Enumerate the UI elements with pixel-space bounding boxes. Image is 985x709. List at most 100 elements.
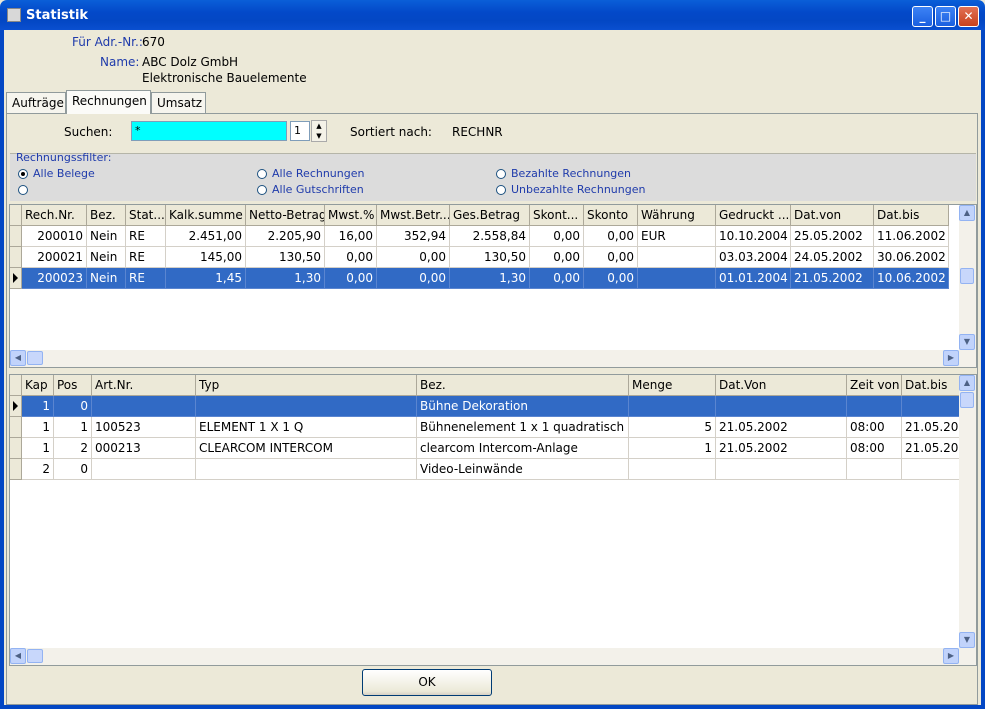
table-cell[interactable]: 200021 bbox=[22, 247, 87, 268]
column-header[interactable]: Dat.Von bbox=[716, 375, 847, 396]
scroll-down-button[interactable]: ▼ bbox=[959, 334, 975, 350]
table-cell[interactable] bbox=[847, 396, 902, 417]
column-header[interactable]: Kalk.summe bbox=[166, 205, 246, 226]
table-cell[interactable]: 0,00 bbox=[584, 226, 638, 247]
tab-umsatz[interactable]: Umsatz bbox=[151, 92, 206, 113]
table-cell[interactable]: 11.06.2002 bbox=[874, 226, 949, 247]
table-cell[interactable]: 08:00 bbox=[847, 417, 902, 438]
radio-empty[interactable] bbox=[18, 185, 28, 195]
column-header[interactable]: Art.Nr. bbox=[92, 375, 196, 396]
table-cell[interactable]: 24.05.2002 bbox=[791, 247, 874, 268]
table-cell[interactable]: 0,00 bbox=[377, 247, 450, 268]
table-cell[interactable]: 21.05.2002 bbox=[716, 417, 847, 438]
table-cell[interactable]: 25.05.2002 bbox=[791, 226, 874, 247]
column-header[interactable]: Bez. bbox=[87, 205, 126, 226]
table-cell[interactable]: Bühne Dekoration bbox=[417, 396, 629, 417]
table-cell[interactable]: 1,45 bbox=[166, 268, 246, 289]
table-cell[interactable]: 10.06.2002 bbox=[874, 268, 949, 289]
column-header[interactable]: Menge bbox=[629, 375, 716, 396]
table-cell[interactable]: EUR bbox=[638, 226, 716, 247]
column-header[interactable]: Kap bbox=[22, 375, 54, 396]
table-cell[interactable] bbox=[902, 396, 962, 417]
table-cell[interactable]: clearcom Intercom-Anlage bbox=[417, 438, 629, 459]
table-cell[interactable]: 1 bbox=[22, 417, 54, 438]
radio-alle-rechnungen[interactable] bbox=[257, 169, 267, 179]
table-cell[interactable]: 000213 bbox=[92, 438, 196, 459]
table-cell[interactable]: 0,00 bbox=[530, 226, 584, 247]
table-cell[interactable]: 0,00 bbox=[530, 268, 584, 289]
column-header[interactable]: Rech.Nr. bbox=[22, 205, 87, 226]
radio-unbezahlte[interactable] bbox=[496, 185, 506, 195]
table-cell[interactable] bbox=[92, 459, 196, 480]
column-header[interactable]: Netto-Betrag bbox=[246, 205, 325, 226]
radio-alle-gutschriften[interactable] bbox=[257, 185, 267, 195]
table-cell[interactable] bbox=[638, 268, 716, 289]
table-cell[interactable]: 5 bbox=[629, 417, 716, 438]
column-header[interactable]: Pos bbox=[54, 375, 92, 396]
table-cell[interactable]: 03.03.2004 bbox=[716, 247, 791, 268]
table-cell[interactable]: 200010 bbox=[22, 226, 87, 247]
table-cell[interactable]: 145,00 bbox=[166, 247, 246, 268]
column-header[interactable]: Gedruckt ... bbox=[716, 205, 791, 226]
radio-bezahlte[interactable] bbox=[496, 169, 506, 179]
table-cell[interactable]: 0,00 bbox=[325, 268, 377, 289]
table-cell[interactable]: 2.205,90 bbox=[246, 226, 325, 247]
table-cell[interactable]: CLEARCOM INTERCOM bbox=[196, 438, 417, 459]
table-cell[interactable]: 0,00 bbox=[325, 247, 377, 268]
table-cell[interactable]: 2.558,84 bbox=[450, 226, 530, 247]
row-selector[interactable] bbox=[10, 247, 22, 268]
table-cell[interactable]: 0,00 bbox=[584, 268, 638, 289]
table-cell[interactable] bbox=[196, 459, 417, 480]
tab-rechnungen[interactable]: Rechnungen bbox=[66, 90, 151, 114]
search-input[interactable]: * bbox=[131, 121, 287, 141]
table-cell[interactable] bbox=[92, 396, 196, 417]
spin-stepper[interactable]: ▲ ▼ bbox=[311, 120, 327, 142]
row-selector[interactable] bbox=[10, 417, 22, 438]
table-cell[interactable]: 16,00 bbox=[325, 226, 377, 247]
table-cell[interactable]: 130,50 bbox=[246, 247, 325, 268]
scroll-thumb[interactable] bbox=[960, 392, 974, 408]
table-cell[interactable]: 0,00 bbox=[530, 247, 584, 268]
table-cell[interactable] bbox=[629, 459, 716, 480]
table-cell[interactable]: 30.06.2002 bbox=[874, 247, 949, 268]
table-cell[interactable]: RE bbox=[126, 247, 166, 268]
scroll-up-button[interactable]: ▲ bbox=[959, 205, 975, 221]
table-cell[interactable]: Video-Leinwände bbox=[417, 459, 629, 480]
table-cell[interactable]: 0 bbox=[54, 459, 92, 480]
table-cell[interactable]: 21.05.2002 bbox=[791, 268, 874, 289]
scroll-right-button[interactable]: ▶ bbox=[943, 648, 959, 664]
table-cell[interactable]: 352,94 bbox=[377, 226, 450, 247]
column-header[interactable]: Mwst.% bbox=[325, 205, 377, 226]
scroll-right-button[interactable]: ▶ bbox=[943, 350, 959, 366]
table-cell[interactable] bbox=[638, 247, 716, 268]
column-header[interactable]: Dat.bis bbox=[902, 375, 962, 396]
table-cell[interactable] bbox=[716, 396, 847, 417]
table-cell[interactable]: Nein bbox=[87, 226, 126, 247]
table-cell[interactable] bbox=[629, 396, 716, 417]
spin-input[interactable]: 1 bbox=[290, 121, 310, 141]
table-cell[interactable] bbox=[902, 459, 962, 480]
title-bar[interactable]: Statistik _ □ ✕ bbox=[0, 0, 985, 30]
horizontal-scrollbar[interactable]: ◀ ▶ bbox=[10, 648, 976, 665]
table-cell[interactable]: 21.05.200 bbox=[902, 417, 962, 438]
table-cell[interactable] bbox=[847, 459, 902, 480]
close-button[interactable]: ✕ bbox=[958, 6, 979, 27]
column-header[interactable]: Währung bbox=[638, 205, 716, 226]
table-cell[interactable]: 1 bbox=[22, 438, 54, 459]
column-header[interactable]: Ges.Betrag bbox=[450, 205, 530, 226]
vertical-scrollbar[interactable]: ▲ ▼ bbox=[959, 375, 976, 648]
table-cell[interactable]: 01.01.2004 bbox=[716, 268, 791, 289]
maximize-button[interactable]: □ bbox=[935, 6, 956, 27]
scroll-up-button[interactable]: ▲ bbox=[959, 375, 975, 391]
row-selector[interactable] bbox=[10, 438, 22, 459]
minimize-button[interactable]: _ bbox=[912, 6, 933, 27]
table-cell[interactable]: 1 bbox=[629, 438, 716, 459]
row-selector[interactable] bbox=[10, 226, 22, 247]
table-cell[interactable]: 21.05.200 bbox=[902, 438, 962, 459]
column-header[interactable]: Bez. bbox=[417, 375, 629, 396]
row-selector[interactable] bbox=[10, 396, 22, 417]
table-cell[interactable]: 21.05.2002 bbox=[716, 438, 847, 459]
scroll-thumb[interactable] bbox=[27, 351, 43, 365]
table-cell[interactable]: 0 bbox=[54, 396, 92, 417]
table-cell[interactable] bbox=[196, 396, 417, 417]
